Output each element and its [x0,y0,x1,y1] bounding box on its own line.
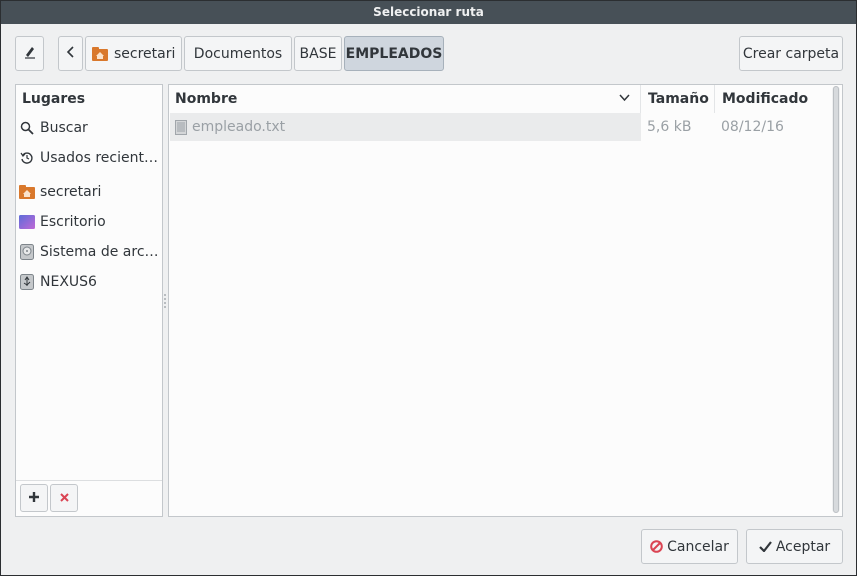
sidebar-divider [16,480,162,481]
pane-splitter-handle[interactable] [164,294,166,308]
add-bookmark-button[interactable] [20,484,48,512]
cancel-icon [650,540,663,553]
sidebar-item-label: Escritorio [40,214,106,230]
breadcrumb-base[interactable]: BASE [294,36,342,71]
breadcrumb-label: Documentos [193,45,283,62]
plus-icon [29,490,39,506]
scrollbar-thumb[interactable] [833,86,839,513]
sidebar-item-label: Sistema de arc… [40,244,159,260]
sidebar-item-nexus6[interactable]: NEXUS6 [19,270,161,294]
accept-button[interactable]: Aceptar [746,529,843,564]
file-name-cell: empleado.txt [175,113,285,141]
breadcrumb-label: EMPLEADOS [345,45,443,62]
sidebar-item-label: Buscar [40,120,88,136]
checkmark-icon [759,541,772,552]
sidebar-title: Lugares [22,91,86,107]
chevron-down-icon [619,94,630,102]
sidebar-item-recientes[interactable]: Usados recient… [19,146,161,170]
sidebar-item-buscar[interactable]: Buscar [19,116,161,140]
column-header-name[interactable]: Nombre [175,85,640,113]
create-folder-button[interactable]: Crear carpeta [739,36,843,71]
desktop-icon [19,214,35,230]
remove-icon [59,490,69,506]
harddisk-icon [19,244,35,260]
breadcrumb-documentos[interactable]: Documentos [184,36,292,71]
sidebar-item-label: NEXUS6 [40,274,97,290]
sidebar-item-sistema-archivos[interactable]: Sistema de arc… [19,240,161,264]
column-header-label: Modificado [722,91,809,107]
search-icon [19,120,35,136]
breadcrumb-secretari[interactable]: secretari [85,36,182,71]
places-sidebar: Lugares Buscar Usados recient… secretari [15,84,163,517]
column-header-size[interactable]: Tamaño [648,85,718,113]
chevron-left-icon [66,45,76,62]
home-folder-icon [19,184,35,200]
file-row[interactable]: empleado.txt 5,6 kB 08/12/16 [170,113,830,141]
path-back-button[interactable] [58,36,83,71]
sidebar-item-escritorio[interactable]: Escritorio [19,210,161,234]
sidebar-item-label: secretari [40,184,102,200]
column-divider [640,85,641,113]
home-folder-icon [92,46,108,61]
file-modified-cell: 08/12/16 [721,119,784,135]
remove-bookmark-button[interactable] [50,484,78,512]
usb-drive-icon [19,274,35,290]
vertical-scrollbar[interactable] [832,86,840,513]
column-divider [714,85,715,113]
window-title: Seleccionar ruta [1,1,856,24]
breadcrumb-label: BASE [299,45,337,62]
column-header-label: Nombre [175,91,238,107]
accept-label: Aceptar [775,538,831,555]
column-header-label: Tamaño [648,91,709,107]
file-list-panel: Nombre Tamaño Modificado empleado.txt 5,… [168,84,843,517]
file-size-cell: 5,6 kB [647,119,692,135]
file-name: empleado.txt [192,119,286,135]
breadcrumb-empleados[interactable]: EMPLEADOS [344,36,444,71]
cancel-button[interactable]: Cancelar [641,529,738,564]
file-chooser-dialog: Seleccionar ruta secretari Documentos BA… [0,0,857,576]
column-header-modified[interactable]: Modificado [722,85,827,113]
edit-location-button[interactable] [15,36,44,71]
recent-icon [19,150,35,166]
cancel-label: Cancelar [667,538,729,555]
sidebar-item-label: Usados recient… [40,150,158,166]
sidebar-item-secretari[interactable]: secretari [19,180,161,204]
pencil-icon [23,45,37,63]
create-folder-label: Crear carpeta [742,45,840,62]
text-file-icon [175,119,187,135]
breadcrumb-label: secretari [114,45,176,62]
